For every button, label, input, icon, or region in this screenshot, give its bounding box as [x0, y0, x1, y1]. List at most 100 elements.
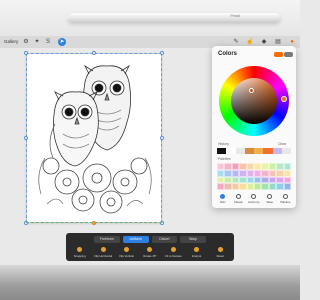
- palette-swatch[interactable]: [283, 163, 291, 170]
- previous-color-swatch[interactable]: [284, 52, 293, 57]
- hue-ring-knob[interactable]: [281, 96, 287, 102]
- palette-swatch[interactable]: [217, 163, 225, 170]
- history-swatch[interactable]: [272, 148, 282, 154]
- palette-swatch[interactable]: [239, 183, 247, 190]
- flip-horizontal-button[interactable]: Flip Horizontal: [91, 246, 114, 260]
- palettes-icon: [282, 194, 288, 199]
- rotate-button[interactable]: Rotate 45°: [138, 246, 161, 260]
- palette-swatch[interactable]: [254, 183, 262, 190]
- mode-warp-button[interactable]: Warp: [180, 236, 206, 243]
- pencil-brand-text: Pencil: [230, 14, 240, 18]
- tab-value[interactable]: Value: [262, 194, 278, 206]
- transform-handle-left[interactable]: [24, 136, 28, 140]
- layers-icon[interactable]: ▤: [274, 38, 282, 46]
- mode-freeform-button[interactable]: Freeform: [94, 236, 120, 243]
- palette-swatch[interactable]: [268, 176, 277, 184]
- palette-swatch[interactable]: [276, 163, 284, 170]
- palette-swatch[interactable]: [268, 163, 277, 170]
- palette-swatch[interactable]: [254, 163, 262, 170]
- reset-icon: [217, 247, 223, 252]
- tab-classic[interactable]: Classic: [231, 194, 247, 206]
- palette-swatch[interactable]: [276, 183, 284, 190]
- palette-swatch[interactable]: [268, 183, 277, 190]
- history-swatch[interactable]: [217, 148, 227, 154]
- palette-swatch[interactable]: [217, 169, 225, 177]
- transform-mode-row: Freeform Uniform Distort Warp: [94, 236, 206, 243]
- tab-harmony[interactable]: Harmony: [246, 194, 262, 206]
- brush-icon[interactable]: ✎: [232, 38, 240, 46]
- color-disc[interactable]: [219, 66, 289, 136]
- palette-swatch[interactable]: [231, 183, 240, 190]
- s-selection-icon[interactable]: S: [44, 38, 52, 46]
- palette-swatch[interactable]: [217, 176, 225, 184]
- palette-swatch[interactable]: [231, 176, 240, 184]
- snapping-button[interactable]: Snapping: [68, 246, 91, 260]
- wrench-icon[interactable]: ⚙: [22, 38, 30, 46]
- transform-handle-top-right[interactable]: [160, 51, 164, 55]
- palette-swatch[interactable]: [283, 183, 291, 190]
- tab-disc[interactable]: Disc: [215, 194, 231, 206]
- classic-icon: [235, 194, 241, 199]
- reset-button[interactable]: Reset: [209, 246, 232, 260]
- smudge-icon[interactable]: ☝: [246, 38, 254, 46]
- palette-swatch[interactable]: [261, 163, 269, 170]
- transform-handle-top-left[interactable]: [24, 51, 28, 55]
- palette-swatch[interactable]: [231, 169, 240, 177]
- palette-swatch[interactable]: [246, 163, 254, 170]
- palette-swatch[interactable]: [246, 183, 254, 190]
- palette-swatch[interactable]: [217, 183, 225, 190]
- transform-handle-top[interactable]: [92, 51, 96, 55]
- saturation-brightness-area[interactable]: [231, 78, 277, 124]
- palette-grid: [217, 163, 291, 190]
- palette-swatch[interactable]: [254, 176, 262, 184]
- flip-vertical-button[interactable]: Flip Vertical: [115, 246, 138, 260]
- palette-swatch[interactable]: [276, 169, 284, 177]
- magic-wand-icon[interactable]: ✦: [33, 38, 41, 46]
- palette-swatch[interactable]: [231, 163, 240, 170]
- history-swatch[interactable]: [263, 148, 273, 154]
- interpolation-button[interactable]: Interpol.: [185, 246, 208, 260]
- flip-horizontal-icon: [100, 247, 106, 252]
- transform-action-row: Snapping Flip Horizontal Flip Vertical R…: [68, 246, 232, 260]
- transform-handle-right[interactable]: [160, 136, 164, 140]
- interpolation-icon: [194, 247, 200, 252]
- color-history-row: [217, 148, 291, 154]
- arrow-transform-icon[interactable]: ➤: [58, 38, 66, 46]
- color-mode-tabs: Disc Classic Harmony Value Palettes: [215, 194, 293, 206]
- mode-uniform-button[interactable]: Uniform: [122, 236, 149, 243]
- palette-swatch[interactable]: [239, 169, 247, 177]
- palette-swatch[interactable]: [239, 176, 247, 184]
- palette-swatch[interactable]: [254, 169, 262, 177]
- color-swatch-icon[interactable]: ●: [288, 38, 296, 46]
- clear-history-button[interactable]: Clear: [278, 142, 286, 146]
- palette-swatch[interactable]: [276, 176, 284, 184]
- palette-swatch[interactable]: [283, 176, 291, 184]
- mode-distort-button[interactable]: Distort: [151, 236, 178, 243]
- history-swatch[interactable]: [254, 148, 264, 154]
- palette-swatch[interactable]: [246, 169, 254, 177]
- eraser-icon[interactable]: ◆: [260, 38, 268, 46]
- tab-palettes[interactable]: Palettes: [277, 194, 293, 206]
- palette-swatch[interactable]: [224, 163, 232, 170]
- palette-swatch[interactable]: [224, 176, 232, 184]
- palette-swatch[interactable]: [268, 169, 277, 177]
- palette-swatch[interactable]: [261, 176, 269, 184]
- harmony-icon: [251, 194, 257, 199]
- transform-selection-box[interactable]: [26, 53, 162, 223]
- gallery-button[interactable]: Gallery: [4, 39, 18, 44]
- history-swatch[interactable]: [226, 148, 236, 154]
- history-swatch[interactable]: [244, 148, 254, 154]
- current-color-swatch[interactable]: [274, 52, 283, 57]
- palette-swatch[interactable]: [224, 169, 232, 177]
- history-swatch[interactable]: [235, 148, 245, 154]
- fit-to-canvas-button[interactable]: Fit to Canvas: [162, 246, 185, 260]
- palette-swatch[interactable]: [283, 169, 291, 177]
- palette-swatch[interactable]: [224, 183, 232, 190]
- palette-swatch[interactable]: [239, 163, 247, 170]
- palette-swatch[interactable]: [261, 169, 269, 177]
- palette-swatch[interactable]: [261, 183, 269, 190]
- history-swatch[interactable]: [281, 148, 291, 154]
- color-picker-knob[interactable]: [249, 88, 254, 93]
- magnet-icon: [77, 247, 83, 252]
- palette-swatch[interactable]: [246, 176, 254, 184]
